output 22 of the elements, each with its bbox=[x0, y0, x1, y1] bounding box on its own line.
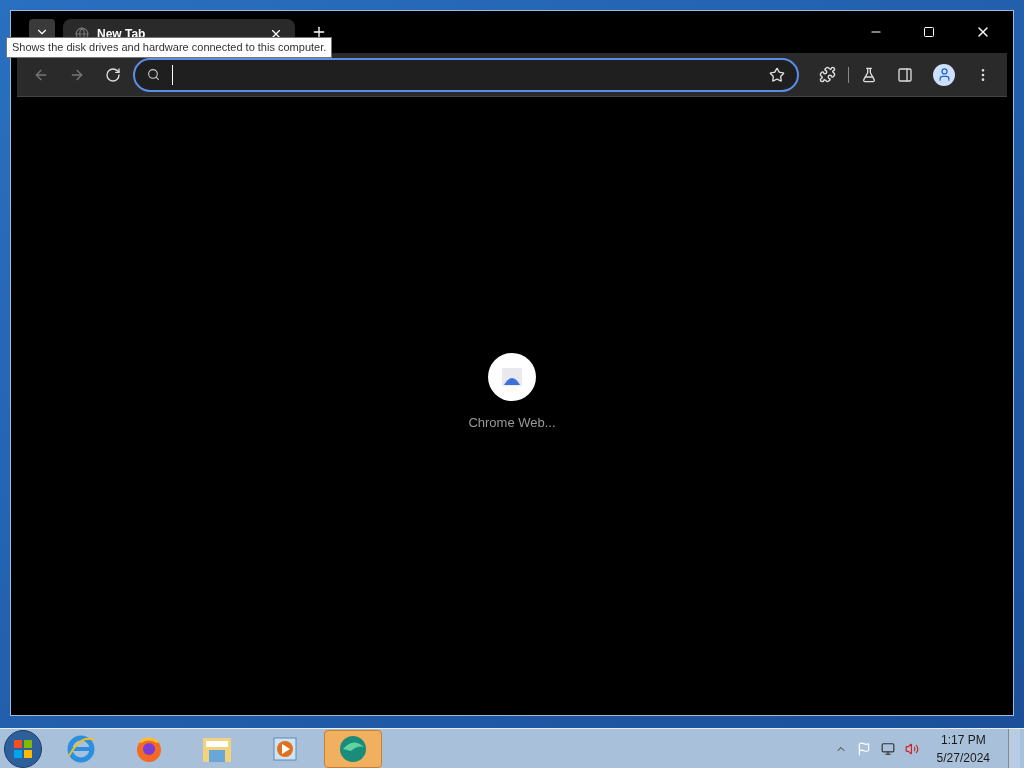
flask-icon[interactable] bbox=[861, 66, 877, 83]
puzzle-icon[interactable] bbox=[819, 66, 836, 83]
star-icon[interactable] bbox=[769, 66, 785, 83]
clock-time[interactable]: 1:17 PM bbox=[940, 730, 986, 749]
loading-label: Chrome Web... bbox=[468, 414, 556, 433]
address-field[interactable] bbox=[133, 57, 799, 92]
avatar-icon[interactable] bbox=[933, 63, 955, 86]
start-button[interactable] bbox=[4, 729, 42, 768]
store-logo-icon bbox=[488, 353, 536, 402]
network-icon[interactable] bbox=[880, 741, 895, 756]
new-tab-icon[interactable] bbox=[311, 24, 327, 40]
play-icon bbox=[271, 734, 299, 763]
maximize-icon[interactable] bbox=[923, 26, 935, 38]
reload-icon[interactable] bbox=[105, 66, 121, 83]
show-desktop-button[interactable] bbox=[1008, 728, 1020, 768]
muted-speaker-icon[interactable] bbox=[904, 741, 919, 756]
side-panel-icon[interactable] bbox=[897, 66, 913, 83]
clock-date[interactable]: 5/27/2024 bbox=[936, 748, 990, 767]
globe-e-icon bbox=[66, 733, 96, 764]
windows-logo-icon bbox=[13, 738, 33, 759]
tooltip: Shows the disk drives and hardware connected to this computer. bbox=[6, 37, 333, 58]
search-icon bbox=[147, 68, 160, 81]
